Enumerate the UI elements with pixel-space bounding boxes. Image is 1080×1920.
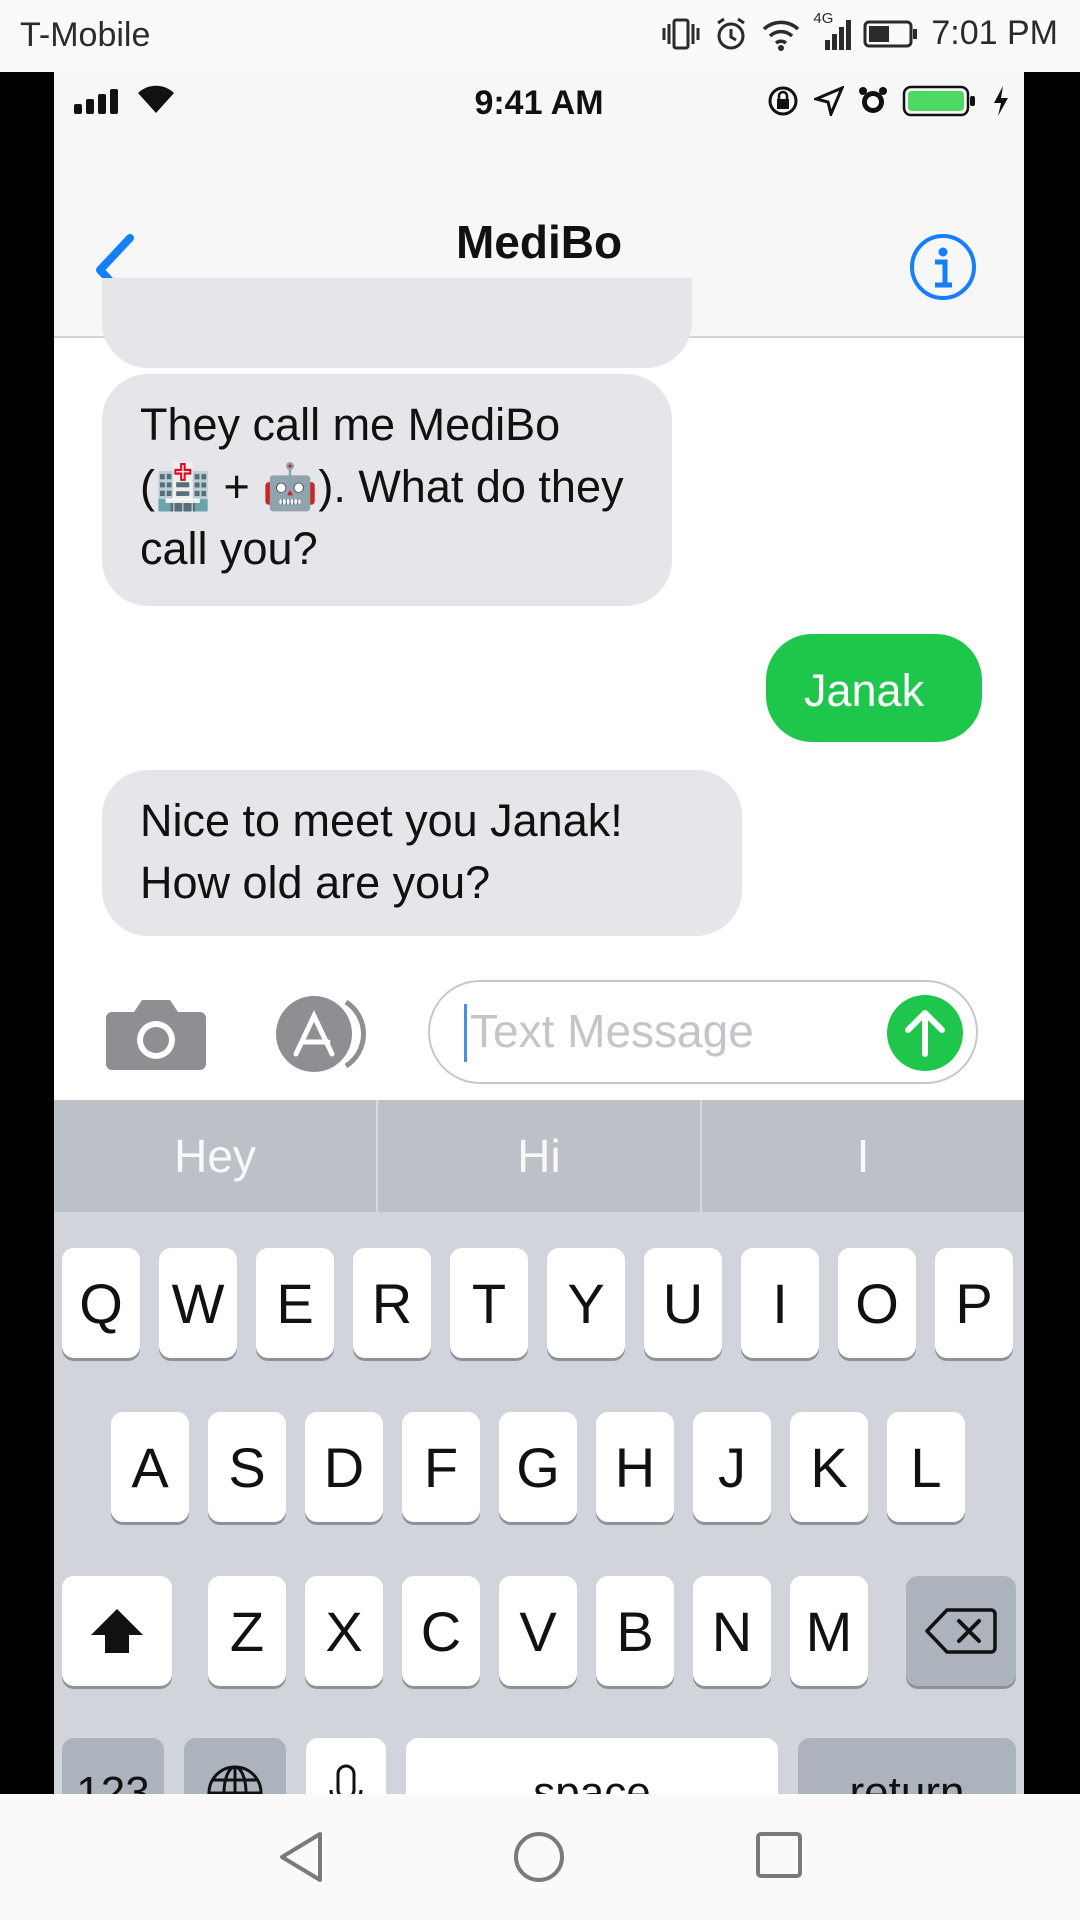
nav-back-button[interactable] bbox=[276, 1830, 326, 1889]
carrier-name: T-Mobile bbox=[20, 16, 151, 54]
key-w[interactable]: W bbox=[159, 1248, 237, 1358]
contact-name: MediBo bbox=[455, 216, 623, 268]
key-k[interactable]: K bbox=[790, 1412, 868, 1522]
android-navigation-bar bbox=[0, 1794, 1080, 1920]
key-f[interactable]: F bbox=[402, 1412, 480, 1522]
battery-icon bbox=[863, 19, 919, 49]
key-l[interactable]: L bbox=[887, 1412, 965, 1522]
circle-home-icon bbox=[514, 1832, 564, 1882]
signal-4g-icon: 4G bbox=[813, 10, 852, 52]
key-o[interactable]: O bbox=[838, 1248, 916, 1358]
key-b[interactable]: B bbox=[596, 1576, 674, 1686]
vibrate-icon bbox=[661, 16, 701, 52]
triangle-back-icon bbox=[280, 1832, 322, 1882]
location-arrow-icon bbox=[811, 85, 845, 125]
orientation-lock-icon bbox=[766, 84, 800, 127]
key-j[interactable]: J bbox=[693, 1412, 771, 1522]
key-v[interactable]: V bbox=[499, 1576, 577, 1686]
key-h[interactable]: H bbox=[596, 1412, 674, 1522]
message-bubble-received: They call me MediBo (🏥 + 🤖). What do the… bbox=[102, 374, 672, 606]
shift-arrow-icon bbox=[91, 1609, 143, 1653]
key-z[interactable]: Z bbox=[208, 1576, 286, 1686]
alarm-icon bbox=[858, 86, 888, 125]
arrow-up-icon bbox=[887, 995, 963, 1071]
message-input-placeholder: Text Message bbox=[470, 1005, 754, 1057]
message-bubble-received: Nice to meet you Janak! How old are you? bbox=[102, 770, 742, 936]
charging-bolt-icon bbox=[992, 85, 1010, 126]
key-m[interactable]: M bbox=[790, 1576, 868, 1686]
numbers-key[interactable]: 123 bbox=[62, 1738, 164, 1794]
android-status-bar: T-Mobile 4G 7:01 PM bbox=[0, 0, 1080, 72]
message-bubble-partial bbox=[102, 278, 692, 368]
square-recents-icon bbox=[756, 1832, 802, 1878]
letterbox-left bbox=[0, 72, 54, 1794]
app-store-icon bbox=[276, 996, 366, 1072]
clock-time: 7:01 PM bbox=[931, 14, 1058, 52]
shift-key[interactable] bbox=[62, 1576, 172, 1686]
ios-status-bar: 9:41 AM bbox=[54, 72, 1024, 132]
backspace-icon bbox=[925, 1608, 997, 1654]
network-type-label: 4G bbox=[813, 9, 834, 27]
letterbox-right bbox=[1024, 72, 1080, 1794]
key-s[interactable]: S bbox=[208, 1412, 286, 1522]
key-g[interactable]: G bbox=[499, 1412, 577, 1522]
delete-key[interactable] bbox=[906, 1576, 1016, 1686]
dictation-key[interactable] bbox=[306, 1738, 386, 1794]
key-e[interactable]: E bbox=[256, 1248, 334, 1358]
key-x[interactable]: X bbox=[305, 1576, 383, 1686]
key-a[interactable]: A bbox=[111, 1412, 189, 1522]
predictive-text-bar: Hey Hi I bbox=[54, 1100, 1024, 1212]
suggestion-1[interactable]: Hey bbox=[54, 1100, 378, 1212]
nav-home-button[interactable] bbox=[512, 1830, 566, 1889]
key-y[interactable]: Y bbox=[547, 1248, 625, 1358]
keyboard: Hey Hi I Q W E R T Y U I O P A S D F G H… bbox=[54, 1100, 1024, 1794]
suggestion-3[interactable]: I bbox=[702, 1100, 1024, 1212]
suggestion-2[interactable]: Hi bbox=[378, 1100, 702, 1212]
key-d[interactable]: D bbox=[305, 1412, 383, 1522]
key-r[interactable]: R bbox=[353, 1248, 431, 1358]
microphone-icon bbox=[329, 1764, 363, 1794]
key-c[interactable]: C bbox=[402, 1576, 480, 1686]
wifi-icon bbox=[761, 17, 801, 51]
ios-messages-screen: 9:41 AM MediBo They call me MediBo (🏥 + … bbox=[54, 72, 1024, 1794]
camera-button[interactable] bbox=[104, 994, 208, 1074]
text-caret bbox=[464, 1004, 467, 1062]
info-icon bbox=[910, 234, 976, 300]
alarm-icon bbox=[713, 16, 749, 52]
key-p[interactable]: P bbox=[935, 1248, 1013, 1358]
info-button[interactable] bbox=[908, 232, 978, 302]
globe-icon bbox=[207, 1765, 263, 1794]
key-u[interactable]: U bbox=[644, 1248, 722, 1358]
message-input[interactable]: Text Message bbox=[428, 980, 978, 1084]
camera-icon bbox=[106, 1000, 206, 1070]
key-t[interactable]: T bbox=[450, 1248, 528, 1358]
space-key[interactable]: space bbox=[406, 1738, 778, 1794]
app-store-button[interactable] bbox=[266, 994, 376, 1074]
nav-recents-button[interactable] bbox=[754, 1830, 804, 1885]
key-n[interactable]: N bbox=[693, 1576, 771, 1686]
send-button[interactable] bbox=[886, 994, 964, 1072]
return-key[interactable]: return bbox=[798, 1738, 1016, 1794]
battery-full-icon bbox=[902, 84, 978, 127]
key-q[interactable]: Q bbox=[62, 1248, 140, 1358]
message-bubble-sent: Janak bbox=[766, 634, 982, 742]
key-i[interactable]: I bbox=[741, 1248, 819, 1358]
globe-key[interactable] bbox=[184, 1738, 286, 1794]
